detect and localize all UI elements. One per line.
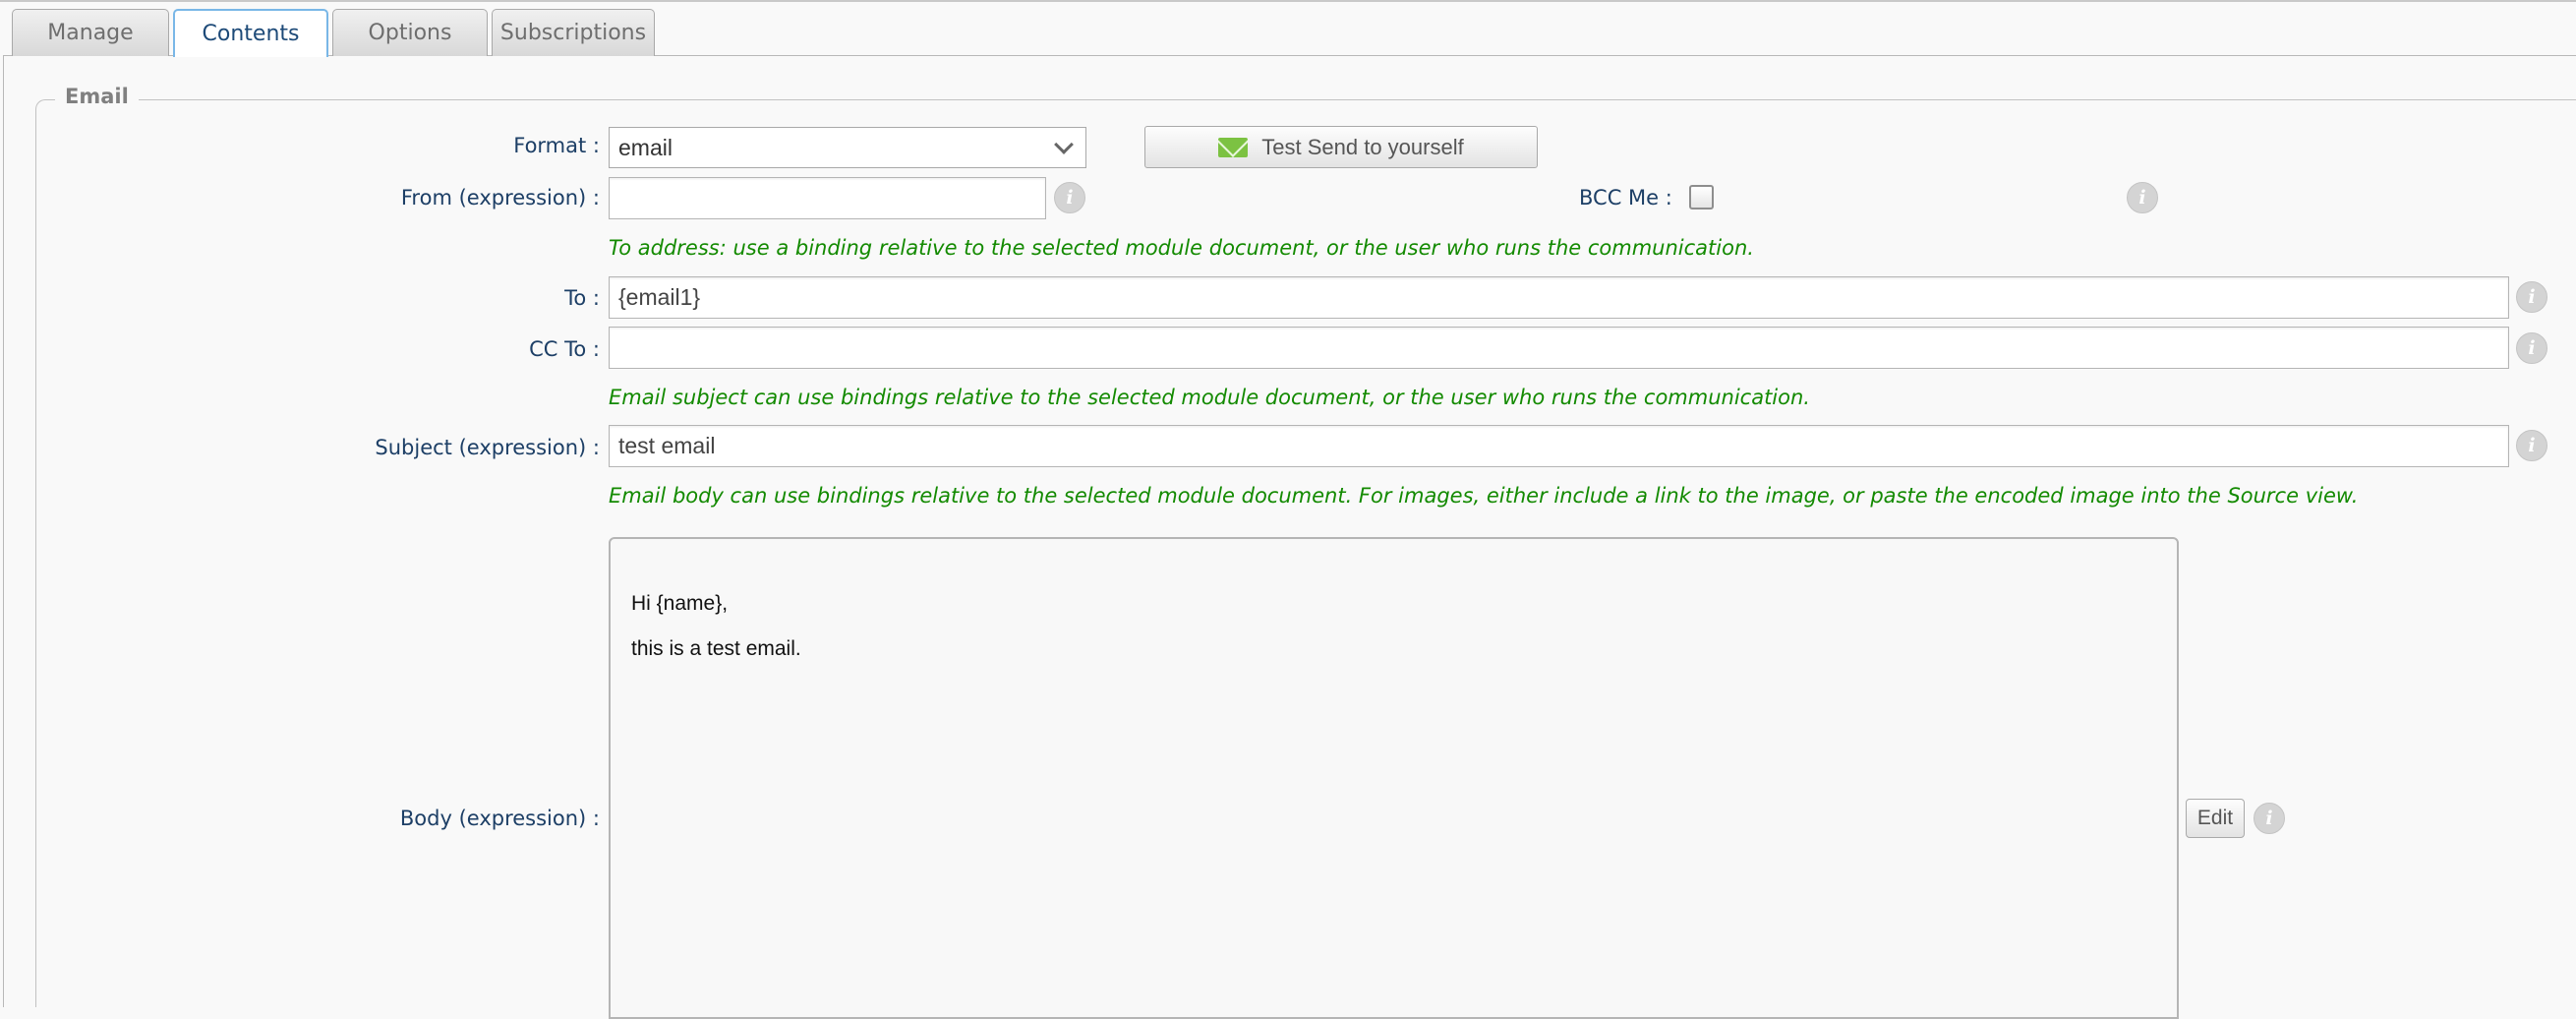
from-info-icon[interactable]: i <box>1054 182 1085 213</box>
edit-button[interactable]: Edit <box>2186 799 2245 838</box>
body-info-icon[interactable]: i <box>2254 803 2285 834</box>
from-label: From (expression) : <box>400 186 600 210</box>
top-border <box>0 0 2576 2</box>
cc-info-icon[interactable]: i <box>2516 332 2547 364</box>
body-line: Hi {name}, <box>631 592 729 615</box>
tab-contents[interactable]: Contents <box>173 9 328 57</box>
section-legend: Email <box>55 85 139 108</box>
subject-label: Subject (expression) : <box>375 436 600 459</box>
tab-manage[interactable]: Manage <box>12 9 169 56</box>
bcc-checkbox[interactable] <box>1689 185 1714 210</box>
body-label: Body (expression) : <box>399 807 600 830</box>
cc-label: CC To : <box>529 337 600 361</box>
format-value: email <box>618 134 673 160</box>
bcc-label: BCC Me : <box>1579 186 1672 210</box>
envelope-icon <box>1218 137 1249 157</box>
bcc-info-icon[interactable]: i <box>2127 182 2158 213</box>
tab-subscriptions[interactable]: Subscriptions <box>492 9 655 56</box>
to-input[interactable]: {email1} <box>609 276 2509 319</box>
body-hint: Email body can use bindings relative to … <box>609 484 2359 508</box>
subject-info-icon[interactable]: i <box>2516 430 2547 461</box>
cc-input[interactable] <box>609 327 2509 369</box>
test-send-button[interactable]: Test Send to yourself <box>1144 126 1538 168</box>
tab-bar: Manage Contents Options Subscriptions <box>12 9 655 57</box>
format-label: Format : <box>513 134 600 157</box>
format-select[interactable]: email <box>609 127 1086 168</box>
to-label: To : <box>564 286 600 310</box>
chevron-down-icon <box>1054 135 1074 154</box>
body-line: this is a test email. <box>631 637 801 660</box>
subject-hint: Email subject can use bindings relative … <box>609 386 1810 409</box>
tab-options[interactable]: Options <box>332 9 488 56</box>
to-hint: To address: use a binding relative to th… <box>609 236 1754 260</box>
test-send-label: Test Send to yourself <box>1261 134 1464 159</box>
to-info-icon[interactable]: i <box>2516 281 2547 313</box>
body-editor[interactable]: Hi {name}, this is a test email. <box>609 537 2179 1019</box>
from-input[interactable] <box>609 177 1046 219</box>
subject-input[interactable]: test email <box>609 425 2509 467</box>
